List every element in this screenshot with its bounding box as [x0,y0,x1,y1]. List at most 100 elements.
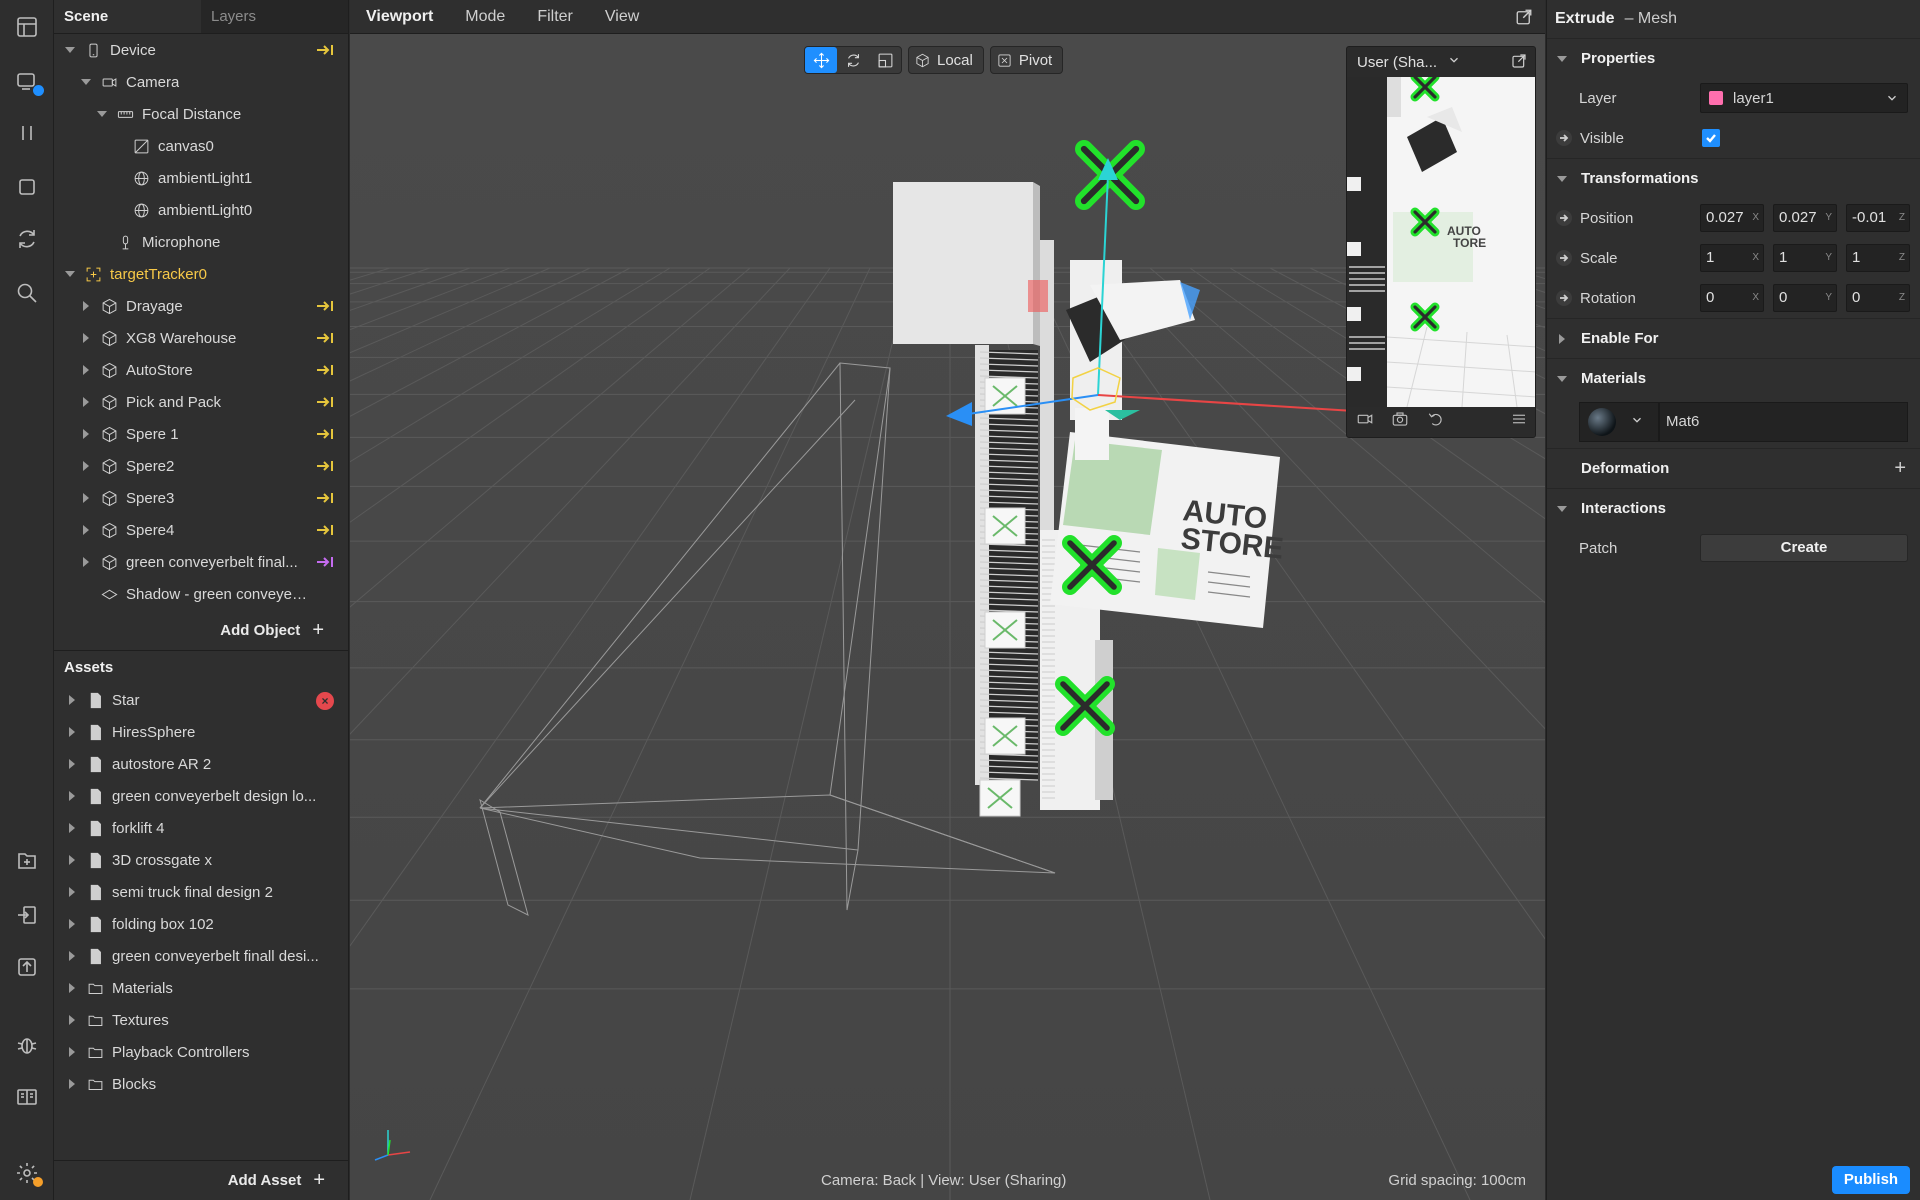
caret-right-icon[interactable] [80,364,92,376]
scale-y-field[interactable]: 1Y [1773,244,1837,272]
caret-right-icon[interactable] [80,332,92,344]
scale-x-field[interactable]: 1X [1700,244,1764,272]
link-arrow-icon[interactable] [316,330,334,346]
tab-layers[interactable]: Layers [201,0,348,33]
rotation-x-field[interactable]: 0X [1700,284,1764,312]
asset-item[interactable]: green conveyerbelt design lo... [54,780,348,812]
position-x-field[interactable]: 0.027 X [1700,204,1764,232]
scene-tree-item[interactable]: AutoStore [54,354,348,386]
asset-item[interactable]: Star × [54,684,348,716]
screenshot-icon[interactable] [1391,410,1409,432]
section-properties[interactable]: Properties [1547,38,1920,78]
link-arrow-icon[interactable] [1556,130,1572,146]
add-deformation-plus-icon[interactable]: + [1894,457,1906,480]
chevron-down-icon[interactable] [1447,53,1461,71]
menu-filter[interactable]: Filter [521,0,589,34]
link-arrow-icon[interactable] [1556,250,1572,266]
asset-item[interactable]: green conveyerbelt finall desi... [54,940,348,972]
caret-right-icon[interactable] [80,300,92,312]
caret-down-icon[interactable] [80,76,92,88]
material-picker[interactable] [1579,402,1659,442]
docs-icon[interactable] [12,1082,42,1112]
menu-mode[interactable]: Mode [449,0,521,34]
link-arrow-icon[interactable] [316,554,334,570]
scale-tool-button[interactable] [869,47,901,73]
viewport[interactable]: AUTO STORE Viewport Mode Filter View Loc… [350,0,1545,1200]
scene-tree-item[interactable]: Focal Distance [54,98,348,130]
caret-right-icon[interactable] [66,822,78,834]
position-y-field[interactable]: 0.027 Y [1773,204,1837,232]
add-object-button[interactable]: Add Object + [54,610,348,650]
scene-tree-item[interactable]: Microphone [54,226,348,258]
section-enable-for[interactable]: Enable For [1547,318,1920,358]
import-icon[interactable] [12,900,42,930]
error-badge[interactable]: × [316,692,334,710]
rotation-y-field[interactable]: 0Y [1773,284,1837,312]
caret-right-icon[interactable] [66,694,78,706]
asset-item[interactable]: folding box 102 [54,908,348,940]
position-z-field[interactable]: -0.01 Z [1846,204,1910,232]
stop-icon[interactable] [12,172,42,202]
video-camera-icon[interactable] [1356,410,1374,432]
link-arrow-icon[interactable] [316,458,334,474]
add-asset-button[interactable]: Add Asset + [54,1160,349,1200]
pause-icon[interactable] [12,118,42,148]
search-icon[interactable] [12,278,42,308]
scene-tree-item[interactable]: Spere 1 [54,418,348,450]
link-arrow-icon[interactable] [1556,290,1572,306]
upload-icon[interactable] [12,952,42,982]
caret-right-icon[interactable] [66,758,78,770]
section-interactions[interactable]: Interactions [1547,488,1920,528]
bug-icon[interactable] [12,1030,42,1060]
caret-right-icon[interactable] [66,854,78,866]
menu-viewport[interactable]: Viewport [350,0,449,34]
caret-right-icon[interactable] [80,492,92,504]
popout-icon[interactable] [1515,8,1533,26]
caret-right-icon[interactable] [66,1078,78,1090]
asset-item[interactable]: Playback Controllers [54,1036,348,1068]
tab-scene[interactable]: Scene [54,0,201,33]
scene-tree-item[interactable]: Camera [54,66,348,98]
section-deformation[interactable]: Deformation + [1547,448,1920,488]
caret-right-icon[interactable] [66,1014,78,1026]
asset-item[interactable]: forklift 4 [54,812,348,844]
caret-right-icon[interactable] [66,886,78,898]
link-arrow-icon[interactable] [316,426,334,442]
caret-right-icon[interactable] [66,790,78,802]
scene-tree-item[interactable]: ambientLight1 [54,162,348,194]
caret-right-icon[interactable] [80,460,92,472]
scene-tree-item[interactable]: Spere2 [54,450,348,482]
menu-icon[interactable] [1510,410,1528,432]
local-toggle[interactable]: Local [908,46,984,74]
caret-right-icon[interactable] [66,982,78,994]
asset-item[interactable]: 3D crossgate x [54,844,348,876]
material-name-field[interactable]: Mat6 [1659,402,1908,442]
device-preview[interactable]: User (Sha... AUTO TORE [1346,46,1536,438]
link-arrow-icon[interactable] [316,298,334,314]
caret-right-icon[interactable] [80,396,92,408]
caret-right-icon[interactable] [66,726,78,738]
scene-tree-item[interactable]: Device [54,34,348,66]
scene-tree-item[interactable]: canvas0 [54,130,348,162]
caret-right-icon[interactable] [80,524,92,536]
preview-header[interactable]: User (Sha... [1347,47,1535,77]
visible-checkbox[interactable] [1702,129,1720,147]
asset-item[interactable]: Blocks [54,1068,348,1100]
add-folder-icon[interactable] [12,846,42,876]
link-arrow-icon[interactable] [316,394,334,410]
scene-tree-item[interactable]: Shadow - green conveyerb... [54,578,348,610]
move-tool-button[interactable] [805,47,837,73]
menu-view[interactable]: View [589,0,655,34]
asset-item[interactable]: semi truck final design 2 [54,876,348,908]
rotation-z-field[interactable]: 0Z [1846,284,1910,312]
caret-down-icon[interactable] [64,44,76,56]
scene-tree-item[interactable]: XG8 Warehouse [54,322,348,354]
layout-icon[interactable] [12,12,42,42]
preview-popout-icon[interactable] [1511,53,1527,73]
scene-tree-item[interactable]: green conveyerbelt final... [54,546,348,578]
section-transformations[interactable]: Transformations [1547,158,1920,198]
scene-tree-item[interactable]: targetTracker0 [54,258,348,290]
pivot-toggle[interactable]: Pivot [989,46,1064,74]
preview-render[interactable]: AUTO TORE [1347,72,1535,408]
link-arrow-icon[interactable] [316,522,334,538]
